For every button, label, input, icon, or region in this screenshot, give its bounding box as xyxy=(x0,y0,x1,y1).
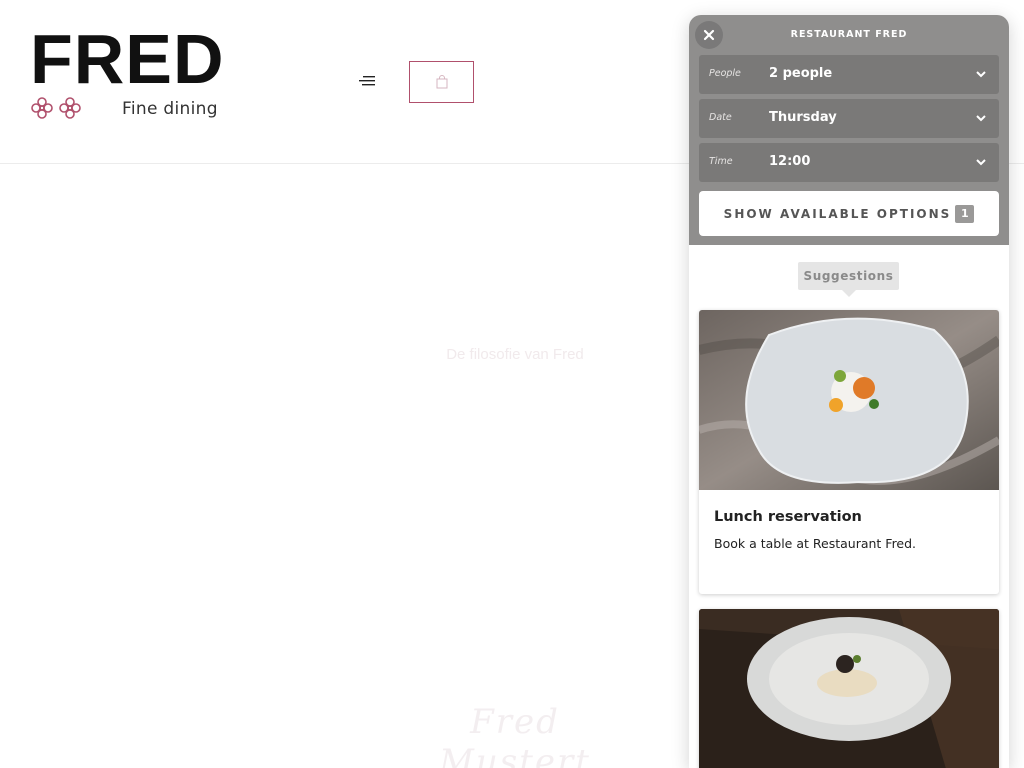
dish-photo xyxy=(699,310,999,490)
date-label: Date xyxy=(709,112,732,123)
logo-subtitle: Fine dining xyxy=(122,99,218,119)
options-count-badge: 1 xyxy=(955,204,975,223)
shopping-bag-icon xyxy=(436,75,447,89)
chef-signature: Fred Mustert xyxy=(439,702,591,768)
philosophy-heading: De filosofie van Fred xyxy=(446,346,584,363)
date-value: Thursday xyxy=(769,110,837,125)
card-description: Book a table at Restaurant Fred. xyxy=(714,536,917,551)
hamburger-menu-icon xyxy=(359,76,375,86)
cart-button[interactable] xyxy=(409,61,474,103)
chevron-down-icon xyxy=(976,71,986,78)
time-label: Time xyxy=(709,156,733,167)
suggestion-card[interactable] xyxy=(699,609,999,768)
card-title: Lunch reservation xyxy=(714,509,862,525)
reservation-widget: RESTAURANT FRED People 2 people Date Thu… xyxy=(689,15,1009,768)
page: FRED Fine dining De filosofie van Fred F… xyxy=(0,0,1024,768)
date-select[interactable]: Date Thursday xyxy=(699,99,999,138)
dish-photo xyxy=(699,609,999,768)
people-label: People xyxy=(709,68,741,79)
suggestion-card[interactable]: Lunch reservation Book a table at Restau… xyxy=(699,310,999,594)
logo[interactable]: FRED Fine dining xyxy=(30,24,250,124)
logo-wordmark: FRED xyxy=(30,20,225,98)
show-available-options-button[interactable]: SHOW AVAILABLE OPTIONS 1 xyxy=(699,191,999,236)
reservation-form: RESTAURANT FRED People 2 people Date Thu… xyxy=(689,15,1009,245)
widget-title: RESTAURANT FRED xyxy=(790,29,908,40)
people-select[interactable]: People 2 people xyxy=(699,55,999,94)
chevron-down-icon xyxy=(976,115,986,122)
michelin-stars xyxy=(30,96,82,120)
time-select[interactable]: Time 12:00 xyxy=(699,143,999,182)
time-value: 12:00 xyxy=(769,154,811,169)
chevron-down-icon xyxy=(976,159,986,166)
people-value: 2 people xyxy=(769,66,833,81)
suggestions-tab[interactable]: Suggestions xyxy=(798,262,899,297)
michelin-star-icon xyxy=(59,97,81,119)
show-options-label: SHOW AVAILABLE OPTIONS xyxy=(723,206,952,221)
menu-button[interactable] xyxy=(356,70,378,92)
michelin-star-icon xyxy=(31,97,53,119)
